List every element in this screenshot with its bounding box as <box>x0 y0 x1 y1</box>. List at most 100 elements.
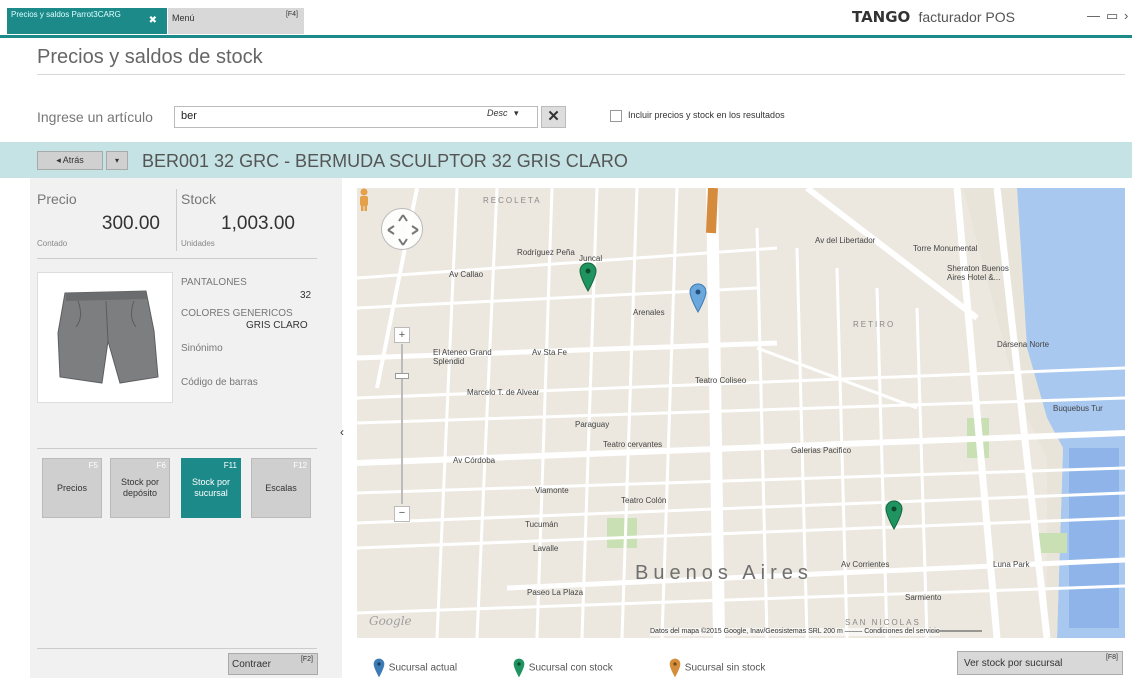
summary-separator <box>37 258 317 259</box>
map-label: Luna Park <box>993 560 1030 569</box>
tango-logo: TANGO <box>852 8 911 26</box>
ver-stock-key: [F8] <box>1105 654 1118 661</box>
product-synonym-label: Sinónimo <box>181 343 223 354</box>
with-stock-pin-icon <box>513 658 525 678</box>
map-label: Lavalle <box>533 544 559 553</box>
zoom-slider-track[interactable] <box>401 344 403 504</box>
zoom-slider-thumb[interactable] <box>395 373 409 379</box>
include-prices-label: Incluir precios y stock en los resultado… <box>628 110 785 120</box>
map-label: Paseo La Plaza <box>527 588 584 597</box>
branch-with-stock-marker[interactable] <box>885 500 903 530</box>
map-label: Av del Libertador <box>815 236 876 245</box>
footer-separator <box>37 648 317 649</box>
zoom-in-button[interactable]: + <box>394 327 410 343</box>
map-label: El Ateneo Grand Splendid <box>433 348 492 366</box>
tab-label: Precios y saldos Parrot3CARG <box>11 10 121 19</box>
zoom-out-button[interactable]: − <box>394 506 410 522</box>
close-window-icon[interactable]: › <box>1124 8 1128 23</box>
page-title: Precios y saldos de stock <box>37 46 263 68</box>
key-hint: F6 <box>156 461 166 470</box>
left-panel <box>30 178 342 678</box>
map-label: SAN NICOLAS <box>845 618 921 627</box>
branch-map[interactable]: RECOLETA Av Callao Rodríguez Peña Juncal… <box>357 188 1125 638</box>
back-dropdown-button[interactable]: ▾ <box>106 151 128 170</box>
city-label: Buenos Aires <box>635 562 813 584</box>
map-label: Marcelo T. de Alvear <box>467 388 540 397</box>
summary-divider <box>176 189 177 251</box>
product-color-value: GRIS CLARO <box>246 320 308 331</box>
article-title: BER001 32 GRC - BERMUDA SCULPTOR 32 GRIS… <box>142 151 628 171</box>
button-label: Stock por depósito <box>120 477 160 498</box>
stock-por-sucursal-button[interactable]: F11 Stock por sucursal <box>181 458 241 518</box>
back-button[interactable]: ◂ Atrás <box>37 151 103 170</box>
clear-search-button[interactable]: ✕ <box>541 106 566 128</box>
pan-arrows-icon <box>387 214 419 246</box>
escalas-button[interactable]: F12 Escalas <box>251 458 311 518</box>
stock-label: Stock <box>181 191 217 207</box>
include-prices-checkbox[interactable] <box>610 110 622 122</box>
map-label: Rodríguez Peña <box>517 248 575 257</box>
precios-button[interactable]: F5 Precios <box>42 458 102 518</box>
shorts-icon <box>57 290 159 384</box>
map-label: Arenales <box>633 308 665 317</box>
key-hint: F11 <box>223 461 237 470</box>
legend-current-branch: Sucursal actual <box>372 658 457 678</box>
brand: TANGO facturador POS <box>852 8 1015 26</box>
map-label: Galerias Pacifico <box>791 446 852 455</box>
button-label: Stock por sucursal <box>191 477 231 498</box>
title-divider <box>37 74 1125 75</box>
map-label: Teatro Colón <box>621 496 667 505</box>
order-select-value: Desc <box>487 108 508 118</box>
map-label: Av Córdoba <box>453 456 496 465</box>
legend-without-stock: Sucursal sin stock <box>668 658 765 678</box>
minimize-icon[interactable]: — <box>1087 8 1100 23</box>
tab-menu[interactable]: Menú [F4] <box>168 8 304 34</box>
tab-menu-label: Menú <box>172 13 195 23</box>
legend-with-stock: Sucursal con stock <box>512 658 613 678</box>
maximize-icon[interactable]: ▭ <box>1106 8 1118 24</box>
tab-precios-saldos[interactable]: Precios y saldos Parrot3CARG ✖ <box>7 8 167 34</box>
current-branch-marker[interactable] <box>689 283 707 313</box>
contraer-key: [F2] <box>300 656 313 663</box>
price-label: Precio <box>37 191 77 207</box>
map-label: Tucumán <box>525 520 559 529</box>
key-hint: F12 <box>293 461 307 470</box>
map-label: Dársena Norte <box>997 340 1050 349</box>
map-label: Av Corrientes <box>841 560 890 569</box>
button-label: Escalas <box>265 483 297 493</box>
without-stock-pin-icon <box>669 658 681 678</box>
legend-current-label: Sucursal actual <box>388 662 458 674</box>
key-hint: F5 <box>88 461 98 470</box>
stock-value: 1,003.00 <box>221 213 295 234</box>
product-barcode-label: Código de barras <box>181 377 258 388</box>
branch-with-stock-marker[interactable] <box>579 262 597 292</box>
map-label: Teatro Coliseo <box>695 376 747 385</box>
collapse-panel-icon[interactable]: ‹ <box>334 420 350 444</box>
map-attribution[interactable]: Datos del mapa ©2015 Google, Inav/Geosis… <box>650 628 940 636</box>
map-label: Teatro cervantes <box>603 440 663 449</box>
product-size: 32 <box>300 290 312 301</box>
map-pan-control[interactable] <box>381 208 423 250</box>
price-sublabel: Contado <box>37 239 68 248</box>
ver-stock-por-sucursal-button[interactable]: Ver stock por sucursal [F8] <box>957 651 1123 675</box>
title-bar: Precios y saldos Parrot3CARG ✖ Menú [F4]… <box>0 0 1132 38</box>
product-colors-label: COLORES GENERICOS <box>181 308 293 319</box>
map-label: Torre Monumental <box>913 244 978 253</box>
map-label: Viamonte <box>535 486 569 495</box>
map-label: Av Callao <box>449 270 484 279</box>
legend-with-stock-label: Sucursal con stock <box>528 662 613 674</box>
close-tab-icon[interactable]: ✖ <box>149 16 157 26</box>
map-label: RECOLETA <box>483 196 542 205</box>
legend-without-stock-label: Sucursal sin stock <box>684 662 766 674</box>
stock-por-deposito-button[interactable]: F6 Stock por depósito <box>110 458 170 518</box>
contraer-label: Contraer <box>232 659 271 670</box>
chevron-down-icon: ▾ <box>514 108 519 118</box>
order-select[interactable]: Desc ▾ <box>487 108 519 119</box>
current-branch-pin-icon <box>373 658 385 678</box>
ver-stock-label: Ver stock por sucursal <box>964 658 1063 669</box>
button-label: Precios <box>56 483 87 493</box>
street-view-pegman-icon[interactable] <box>357 188 371 212</box>
product-image <box>37 272 173 403</box>
contraer-button[interactable]: Contraer [F2] <box>228 653 318 675</box>
article-search-input[interactable]: ber <box>174 106 538 128</box>
